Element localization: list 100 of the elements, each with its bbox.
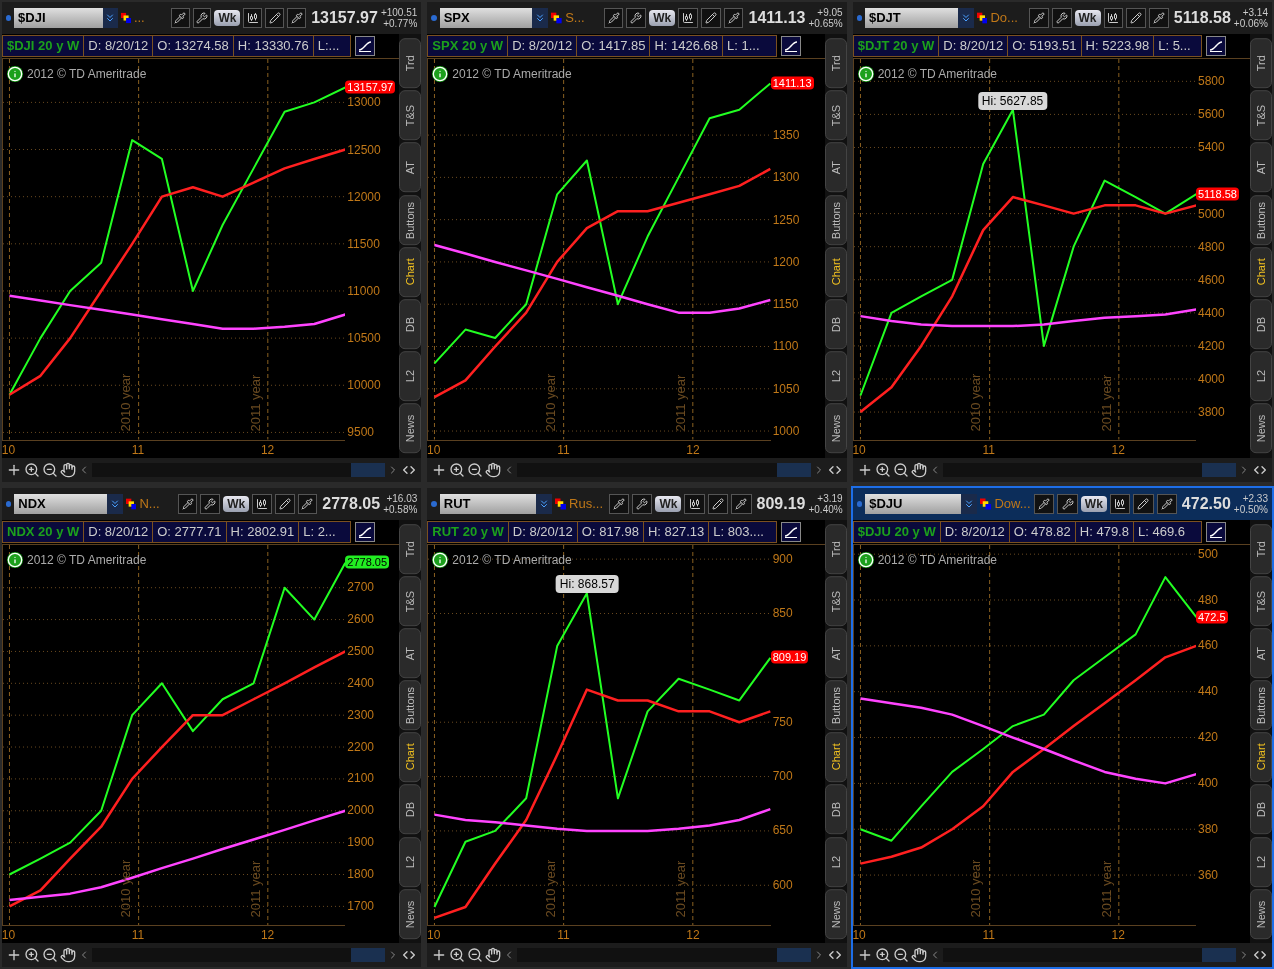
side-tab[interactable]: News — [399, 403, 422, 454]
zoom-out-icon[interactable] — [42, 461, 58, 478]
side-tab[interactable]: DB — [1250, 298, 1272, 350]
fill-tool-button[interactable] — [297, 493, 318, 514]
pencil-button[interactable] — [274, 493, 295, 514]
symbol-field[interactable]: $DJU — [865, 493, 961, 514]
candlestick-button[interactable] — [678, 8, 698, 28]
side-tab[interactable]: T&S — [824, 90, 847, 141]
settings-button[interactable] — [192, 8, 212, 28]
scrollbar-track[interactable] — [517, 948, 811, 962]
candlestick-button[interactable] — [684, 493, 705, 514]
curve-style-button[interactable] — [355, 36, 376, 56]
side-tab[interactable]: DB — [399, 784, 422, 835]
zoom-out-icon[interactable] — [42, 947, 58, 963]
side-tab[interactable]: L2 — [824, 836, 847, 887]
pencil-button[interactable] — [1133, 493, 1154, 514]
period-button[interactable]: Wk — [214, 10, 241, 26]
side-tab[interactable]: Trd — [824, 523, 847, 574]
fill-tool-button[interactable] — [608, 493, 630, 514]
fill-tool-button[interactable] — [1029, 8, 1049, 28]
side-tab[interactable]: AT — [1250, 627, 1272, 679]
scrollbar-thumb[interactable] — [351, 948, 386, 962]
settings-button[interactable] — [1057, 493, 1078, 514]
side-tab[interactable]: T&S — [399, 90, 422, 141]
curve-style-button[interactable] — [355, 521, 376, 542]
scrollbar-track[interactable] — [942, 948, 1236, 962]
scrollbar-thumb[interactable] — [776, 948, 811, 962]
curve-style-button[interactable] — [1206, 36, 1226, 56]
side-tab[interactable]: News — [1250, 888, 1272, 939]
color-squares-icon[interactable] — [125, 497, 137, 510]
side-tab[interactable]: News — [824, 888, 847, 939]
side-tab[interactable]: News — [824, 403, 847, 454]
side-tab[interactable]: AT — [1250, 142, 1272, 193]
fill-tool-button[interactable] — [603, 8, 624, 28]
pan-hand-icon[interactable] — [910, 461, 927, 478]
side-tab[interactable]: AT — [824, 142, 847, 193]
color-squares-icon[interactable] — [551, 12, 563, 24]
scrollbar-thumb[interactable] — [1202, 462, 1236, 477]
candlestick-button[interactable] — [243, 8, 263, 28]
scrollbar-track[interactable] — [92, 462, 386, 477]
symbol-field[interactable]: NDX — [14, 493, 107, 514]
pencil-button[interactable] — [700, 8, 721, 28]
fill-tool-button[interactable] — [1156, 493, 1177, 514]
settings-button[interactable] — [632, 493, 653, 514]
pan-hand-icon[interactable] — [910, 947, 927, 963]
candlestick-button[interactable] — [1103, 8, 1124, 28]
period-button[interactable]: Wk — [223, 495, 250, 512]
color-squares-icon[interactable] — [120, 12, 131, 24]
period-button[interactable]: Wk — [649, 10, 676, 26]
period-button[interactable]: Wk — [1080, 495, 1107, 512]
candlestick-button[interactable] — [252, 493, 272, 514]
zoom-out-icon[interactable] — [892, 947, 909, 963]
zoom-in-icon[interactable] — [24, 461, 40, 478]
side-tab[interactable]: Buttons — [399, 680, 422, 731]
symbol-field[interactable]: $DJI — [14, 8, 103, 28]
side-tab[interactable]: Chart — [399, 732, 422, 783]
fill-tool-button[interactable] — [177, 493, 198, 514]
settings-button[interactable] — [626, 8, 647, 28]
pan-hand-icon[interactable] — [485, 947, 502, 963]
side-tab[interactable]: AT — [399, 627, 422, 679]
side-tab[interactable]: T&S — [1250, 575, 1272, 626]
scrollbar-track[interactable] — [517, 462, 811, 477]
settings-button[interactable] — [200, 493, 221, 514]
side-tab[interactable]: Trd — [399, 523, 422, 574]
color-squares-icon[interactable] — [555, 497, 567, 510]
zoom-in-icon[interactable] — [874, 461, 891, 478]
side-tab[interactable]: Chart — [1250, 732, 1272, 783]
fill-tool-button[interactable] — [170, 8, 190, 28]
fill-tool-button[interactable] — [731, 493, 752, 514]
zoom-in-icon[interactable] — [24, 947, 40, 963]
side-tab[interactable]: T&S — [824, 575, 847, 626]
zoom-out-icon[interactable] — [892, 461, 909, 478]
side-tab[interactable]: DB — [1250, 784, 1272, 835]
curve-style-button[interactable] — [1206, 521, 1226, 542]
side-tab[interactable]: DB — [399, 298, 422, 350]
zoom-in-icon[interactable] — [449, 461, 466, 478]
pan-hand-icon[interactable] — [485, 461, 502, 478]
side-tab[interactable]: Buttons — [1250, 194, 1272, 245]
zoom-out-icon[interactable] — [467, 947, 484, 963]
scrollbar-track[interactable] — [942, 462, 1236, 477]
pencil-button[interactable] — [1126, 8, 1147, 28]
side-tab[interactable]: L2 — [399, 836, 422, 887]
zoom-out-icon[interactable] — [467, 461, 484, 478]
pencil-button[interactable] — [707, 493, 729, 514]
color-squares-icon[interactable] — [976, 12, 988, 24]
fill-tool-button[interactable] — [1034, 493, 1055, 514]
side-tab[interactable]: News — [399, 888, 422, 939]
side-tab[interactable]: Chart — [824, 732, 847, 783]
side-tab[interactable]: Chart — [399, 246, 422, 297]
side-tab[interactable]: T&S — [399, 575, 422, 626]
symbol-field[interactable]: RUT — [439, 493, 536, 514]
side-tab[interactable]: Buttons — [399, 194, 422, 245]
info-icon[interactable] — [432, 66, 449, 82]
color-squares-icon[interactable] — [980, 497, 992, 510]
side-tab[interactable]: News — [1250, 403, 1272, 454]
scrollbar-thumb[interactable] — [776, 462, 811, 477]
side-tab[interactable]: Buttons — [1250, 680, 1272, 731]
fill-tool-button[interactable] — [287, 8, 307, 28]
zoom-in-icon[interactable] — [874, 947, 891, 963]
side-tab[interactable]: Trd — [1250, 523, 1272, 574]
